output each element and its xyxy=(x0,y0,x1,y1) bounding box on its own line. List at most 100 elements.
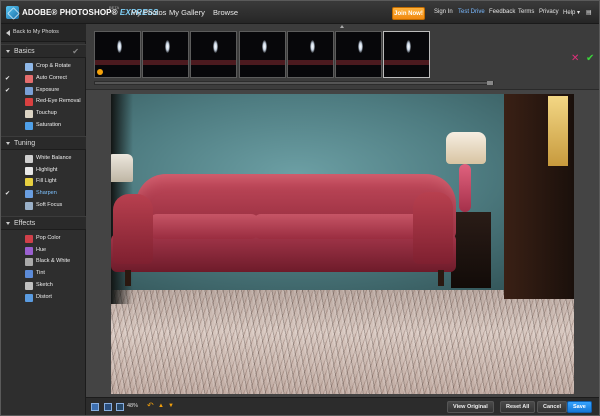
tool-pop-color[interactable]: Pop Color xyxy=(1,233,86,245)
view-original-button[interactable]: View Original xyxy=(447,401,494,413)
help-link[interactable]: Help ▾ xyxy=(563,9,580,16)
tool-label: Exposure xyxy=(36,86,60,93)
section-label: Tuning xyxy=(14,139,36,147)
zoom-icon[interactable] xyxy=(116,403,124,411)
tool-touchup[interactable]: Touchup xyxy=(1,108,86,120)
down-arrow-icon[interactable]: ▼ xyxy=(168,403,174,409)
section-label: Effects xyxy=(14,219,36,227)
editor-area: ✕ ✔ xyxy=(86,24,599,397)
tool-label: Touchup xyxy=(36,110,57,117)
tool-label: Tint xyxy=(36,270,45,277)
current-badge-icon xyxy=(97,69,103,75)
test-drive-link[interactable]: Test Drive xyxy=(458,9,485,15)
bottom-toolbar: 48% ↶ ▲ ▼ View Original Reset All Cancel… xyxy=(86,397,599,415)
scroll-knob[interactable] xyxy=(487,81,493,85)
bandage-icon xyxy=(25,110,33,119)
tool-black-white[interactable]: Black & White xyxy=(1,256,86,268)
filmstrip-scrollbar[interactable] xyxy=(94,81,494,85)
join-now-button[interactable]: Join Now! xyxy=(392,7,425,20)
save-button[interactable]: Save xyxy=(567,401,592,413)
tool-label: Saturation xyxy=(36,122,62,128)
tool-auto-correct[interactable]: ✔ Auto Correct xyxy=(1,73,86,85)
exposure-icon xyxy=(25,86,33,95)
collapse-triangle-icon xyxy=(6,221,10,225)
collapse-handle-icon[interactable] xyxy=(340,25,344,28)
section-tuning[interactable]: Tuning xyxy=(1,135,86,150)
adjustment-thumbnail[interactable] xyxy=(94,31,141,78)
applied-check-icon: ✔ xyxy=(5,87,11,94)
adjustment-thumbnail[interactable] xyxy=(142,31,190,78)
tool-label: Soft Focus xyxy=(36,202,63,208)
zoom-level: 48% xyxy=(127,403,139,409)
photo-canvas[interactable] xyxy=(111,94,574,394)
photoshop-logo-icon xyxy=(6,6,19,19)
feedback-link[interactable]: Feedback xyxy=(489,9,515,15)
tool-fill-light[interactable]: Fill Light xyxy=(1,176,86,188)
tool-highlight[interactable]: Highlight xyxy=(1,165,86,177)
back-arrow-icon xyxy=(6,30,10,36)
nav-my-gallery[interactable]: My Gallery xyxy=(169,8,205,17)
hue-icon xyxy=(25,246,33,255)
sign-in-link[interactable]: Sign In xyxy=(434,9,453,15)
tool-label: Red-Eye Removal xyxy=(36,98,81,105)
adjustment-thumbnail[interactable] xyxy=(383,31,431,78)
collapse-triangle-icon xyxy=(6,50,10,53)
back-label: Back to My Photos xyxy=(13,29,59,35)
section-check-icon: ✔ xyxy=(72,47,79,56)
adjustment-thumbnail[interactable] xyxy=(335,31,382,78)
tool-label: Black & White xyxy=(36,258,71,265)
tool-label: White Balance xyxy=(36,154,72,161)
tool-hue[interactable]: Hue xyxy=(1,245,86,257)
tool-sketch[interactable]: Sketch xyxy=(1,280,86,292)
tool-red-eye-removal[interactable]: Red-Eye Removal xyxy=(1,96,86,108)
fit-view-icon[interactable] xyxy=(91,403,99,411)
privacy-link[interactable]: Privacy xyxy=(539,9,559,15)
tool-distort[interactable]: Distort xyxy=(1,292,86,304)
top-bar: ADOBE® PHOTOSHOP® EXPRESS BETA My Photos… xyxy=(1,1,599,24)
crop-icon xyxy=(25,63,33,71)
cancel-button[interactable]: Cancel xyxy=(537,401,568,413)
tool-white-balance[interactable]: White Balance xyxy=(1,153,86,165)
adjustment-thumbnail[interactable] xyxy=(190,31,238,78)
applied-check-icon: ✔ xyxy=(5,191,11,198)
tool-tint[interactable]: Tint xyxy=(1,268,86,280)
tool-label: Pop Color xyxy=(36,234,61,241)
right-lamp-shade xyxy=(446,132,486,164)
photoshop-express-logo[interactable]: ADOBE® PHOTOSHOP® EXPRESS BETA xyxy=(6,5,158,22)
tool-exposure[interactable]: ✔ Exposure xyxy=(1,85,86,97)
adjustment-thumbnail[interactable] xyxy=(286,31,334,78)
up-arrow-icon[interactable]: ▲ xyxy=(158,403,164,409)
accept-check-icon[interactable]: ✔ xyxy=(586,53,594,64)
nav-my-photos[interactable]: My Photos xyxy=(131,8,166,17)
reset-all-button[interactable]: Reset All xyxy=(500,401,536,413)
wand-icon xyxy=(25,74,33,83)
right-lamp-base xyxy=(459,164,471,212)
section-label: Basics xyxy=(14,48,35,55)
terms-link[interactable]: Terms xyxy=(518,9,534,15)
undo-icon[interactable]: ↶ xyxy=(147,401,154,410)
actual-size-icon[interactable] xyxy=(104,403,112,411)
tool-label: Hue xyxy=(36,246,47,253)
adjustment-thumbnail[interactable] xyxy=(238,31,286,78)
tool-label: Crop & Rotate xyxy=(36,63,71,69)
tool-crop-rotate[interactable]: Crop & Rotate xyxy=(1,61,86,73)
reject-x-icon[interactable]: ✕ xyxy=(571,53,579,64)
collapse-triangle-icon xyxy=(6,141,10,145)
shag-rug xyxy=(111,290,574,394)
eye-icon xyxy=(25,98,33,107)
section-basics[interactable]: Basics ✔ xyxy=(1,44,86,58)
tool-label: Fill Light xyxy=(36,178,57,185)
tool-soft-focus[interactable]: Soft Focus xyxy=(1,200,86,212)
section-effects[interactable]: Effects xyxy=(1,215,86,230)
distort-icon xyxy=(25,293,33,302)
tool-sharpen[interactable]: ✔ Sharpen xyxy=(1,188,86,200)
softfocus-icon xyxy=(25,202,33,210)
nav-browse[interactable]: Browse xyxy=(213,8,238,17)
back-to-my-photos-button[interactable]: Back to My Photos xyxy=(1,24,86,42)
balance-icon xyxy=(25,154,33,163)
tool-saturation[interactable]: Saturation xyxy=(1,120,86,132)
tool-label: Highlight xyxy=(36,166,58,173)
beta-label: BETA xyxy=(109,5,120,10)
highlight-icon xyxy=(25,166,33,175)
window-expand-icon[interactable]: ▤ xyxy=(586,9,592,16)
